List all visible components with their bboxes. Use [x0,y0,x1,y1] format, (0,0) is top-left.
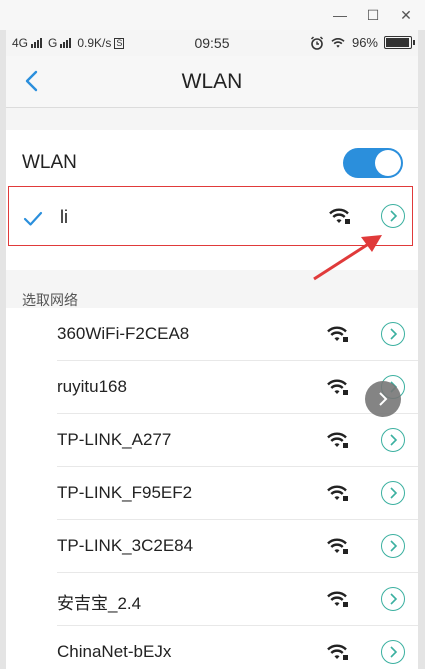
wifi-locked-icon [327,432,348,448]
chevron-right-icon [379,392,388,406]
network-details-button[interactable] [381,322,405,346]
network-details-button[interactable] [381,587,405,611]
network-name: ruyitu168 [57,377,127,396]
chevron-right-icon [390,434,398,446]
right-window-edge [418,30,425,669]
wlan-label: WLAN [22,152,77,173]
status-bar: 4G G 0.9K/s S 09:55 96% [6,30,418,56]
wlan-toggle-row: WLAN [6,130,418,186]
network-item[interactable]: TP-LINK_3C2E84 [57,520,418,573]
choose-network-label: 选取网络 [22,292,78,308]
close-button[interactable]: ✕ [393,4,419,26]
phone-screen: 4G G 0.9K/s S 09:55 96% WLAN WLAN li 选取网… [6,30,418,669]
network-details-button[interactable] [381,481,405,505]
battery-percent: 96% [351,35,378,50]
wifi-locked-icon [327,379,348,395]
network-details-button[interactable] [381,428,405,452]
network-item[interactable]: ChinaNet-bEJx [57,626,418,669]
network-name: ChinaNet-bEJx [57,642,172,661]
page-title: WLAN [181,70,243,93]
wifi-locked-icon [327,485,348,501]
chevron-right-icon [390,593,398,605]
wlan-toggle[interactable] [343,148,403,178]
network-name: TP-LINK_F95EF2 [57,483,193,502]
chevron-right-icon [390,540,398,552]
network-name: TP-LINK_3C2E84 [57,536,194,555]
check-icon [23,211,43,226]
network-item[interactable]: 安吉宝_2.4 [57,573,418,626]
floating-nav-button[interactable] [365,381,401,417]
battery-icon [384,36,415,49]
network-item[interactable]: TP-LINK_F95EF2 [57,467,418,520]
wifi-locked-icon [327,591,348,607]
network-details-button[interactable] [381,204,405,228]
network-name: 安吉宝_2.4 [57,594,142,613]
network-item[interactable]: TP-LINK_A277 [57,414,418,467]
wifi-locked-icon [327,326,348,342]
network-details-button[interactable] [381,534,405,558]
status-right: 96% [310,35,415,50]
wifi-status-icon [331,37,345,48]
network-item[interactable]: 360WiFi-F2CEA8 [57,308,418,361]
network-item[interactable]: ruyitu168 [57,361,418,414]
toggle-knob [375,150,401,176]
alarm-icon [310,35,323,50]
network-name: TP-LINK_A277 [57,430,172,449]
chevron-right-icon [390,210,398,222]
network-list: 360WiFi-F2CEA8 ruyitu168 TP-LINK_A277 TP… [6,308,418,669]
chevron-right-icon [390,646,398,658]
wifi-locked-icon [327,538,348,554]
connected-network-name: li [60,207,68,227]
minimize-button[interactable]: — [327,4,353,26]
wifi-locked-icon [327,644,348,660]
nav-header: WLAN [6,56,418,108]
connected-network[interactable]: li [8,186,413,246]
chevron-right-icon [390,487,398,499]
window-titlebar: — ☐ ✕ [0,0,425,30]
wlan-settings: WLAN li 选取网络 360WiFi-F2CEA8 ruyitu168 TP… [6,130,418,669]
network-name: 360WiFi-F2CEA8 [57,324,190,343]
battery-fill [386,38,410,47]
network-details-button[interactable] [381,640,405,664]
wifi-locked-icon [329,208,350,224]
maximize-button[interactable]: ☐ [360,4,386,26]
chevron-right-icon [390,328,398,340]
